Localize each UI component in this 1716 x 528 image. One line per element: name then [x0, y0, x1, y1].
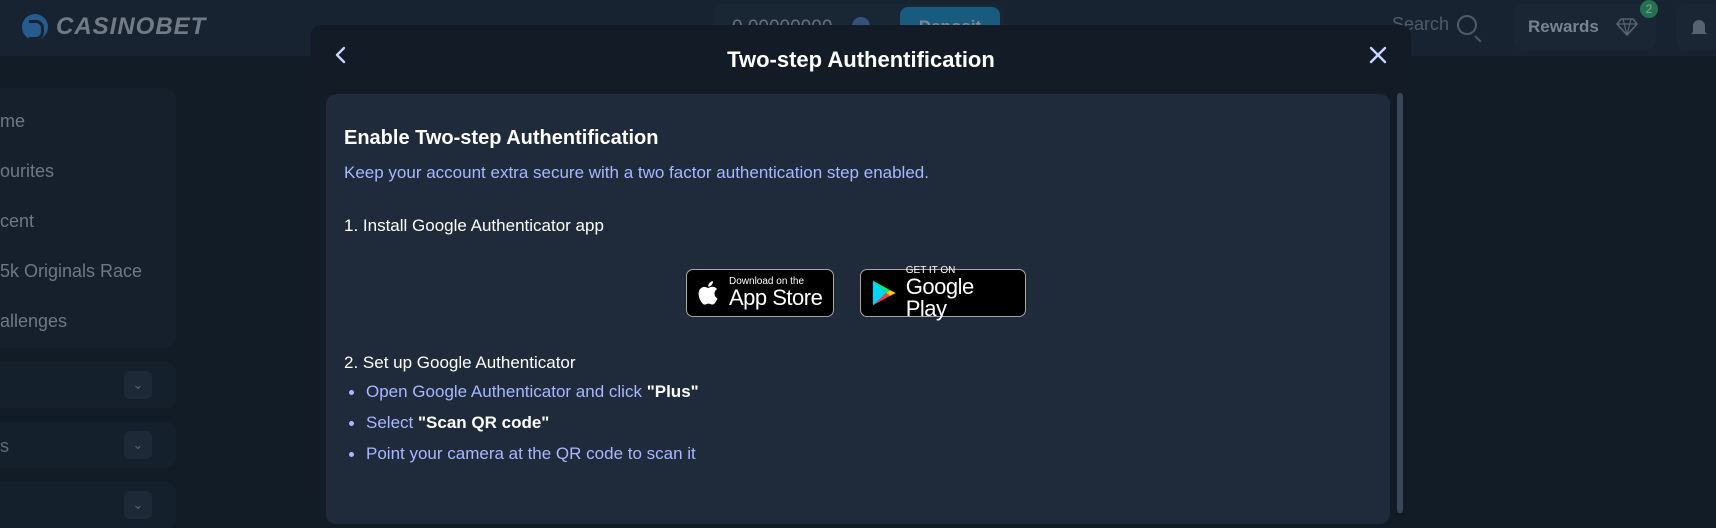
sidebar-item-home[interactable]: me [0, 111, 25, 132]
sidebar-collapsible[interactable]: ⌄ [0, 362, 176, 408]
google-play-label: Google Play [905, 274, 974, 321]
step-1-title: 1. Install Google Authenticator app [344, 216, 604, 235]
sidebar-collapsible[interactable]: s ⌄ [0, 422, 176, 468]
diamond-icon [1616, 18, 1638, 36]
rewards-label: Rewards [1528, 17, 1599, 36]
app-store-label: App Store [729, 285, 823, 310]
instruction-bold: "Scan QR code" [417, 413, 550, 432]
section-heading: Enable Two-step Authentification [344, 127, 659, 149]
list-item: Select "Scan QR code" [344, 413, 699, 444]
notifications-button[interactable] [1676, 4, 1716, 50]
rewards-count-badge: 2 [1640, 0, 1658, 18]
app-store-button[interactable]: Download on the App Store [686, 269, 834, 317]
chevron-down-icon[interactable]: ⌄ [124, 431, 152, 459]
logo-icon [22, 14, 48, 40]
logo-text: CASINOBET [56, 13, 207, 40]
chevron-down-icon[interactable]: ⌄ [124, 371, 152, 399]
sidebar-item-challenges[interactable]: allenges [0, 311, 67, 332]
modal-title: Two-step Authentification [727, 47, 995, 72]
instruction-text: Select [366, 413, 418, 432]
sidebar-item-recent[interactable]: cent [0, 211, 34, 232]
apple-icon [698, 281, 718, 305]
step-2-title: 2. Set up Google Authenticator [344, 353, 576, 372]
chevron-down-icon[interactable]: ⌄ [124, 491, 152, 519]
search-icon [1457, 14, 1478, 35]
section-subtitle: Keep your account extra secure with a tw… [344, 163, 929, 182]
google-play-button[interactable]: GET IT ON Google Play [860, 266, 1026, 321]
instruction-text: Open Google Authenticator and click [366, 382, 647, 401]
logo[interactable]: CASINOBET [22, 13, 206, 41]
close-icon[interactable] [1366, 43, 1390, 67]
list-item: Point your camera at the QR code to scan… [344, 444, 699, 475]
two-step-modal: Two-step Authentification Enable Two-ste… [311, 25, 1411, 524]
instruction-list: Open Google Authenticator and click "Plu… [344, 382, 699, 475]
list-item: Open Google Authenticator and click "Plu… [344, 382, 699, 413]
google-play-icon [872, 280, 896, 306]
bell-icon [1691, 20, 1707, 34]
instruction-text: Point your camera at the QR code to scan… [366, 444, 696, 463]
sidebar-collapsible[interactable]: ⌄ [0, 482, 176, 528]
sidebar-item-favourites[interactable]: ourites [0, 161, 54, 182]
modal-content: Enable Two-step Authentification Keep yo… [326, 94, 1390, 524]
rewards-button[interactable]: Rewards 2 [1514, 0, 1658, 50]
instruction-bold: "Plus" [646, 382, 699, 401]
sidebar-collapsible-label: s [0, 436, 9, 456]
scrollbar[interactable] [1397, 93, 1403, 513]
sidebar-item-originals-race[interactable]: 5k Originals Race [0, 261, 142, 282]
store-badges: Download on the App Store GET IT ON Goog… [686, 266, 1026, 321]
